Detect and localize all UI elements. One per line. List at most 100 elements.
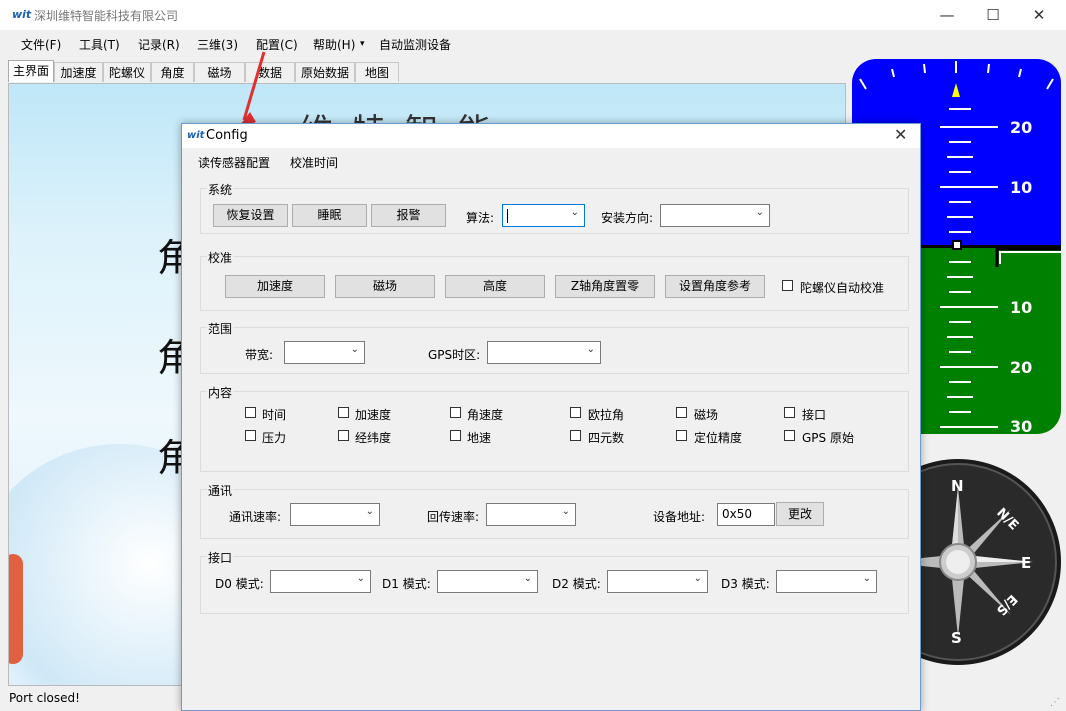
menu-tools[interactable]: 工具(T) bbox=[79, 36, 120, 53]
group-content-title: 内容 bbox=[207, 384, 234, 401]
content-time-checkbox[interactable] bbox=[245, 407, 256, 418]
z-axis-zero-button[interactable]: Z轴角度置零 bbox=[555, 275, 655, 298]
pitch-tick bbox=[949, 261, 971, 263]
resize-grip-icon[interactable]: ⋰ bbox=[1050, 697, 1060, 708]
content-ground-speed-checkbox[interactable] bbox=[450, 430, 461, 441]
tab-main[interactable]: 主界面 bbox=[8, 60, 54, 82]
d2-mode-label: D2 模式: bbox=[552, 577, 601, 591]
pitch-label-10-down: 10 bbox=[1010, 298, 1033, 317]
return-rate-select[interactable]: ⌄ bbox=[486, 503, 576, 526]
bandwidth-select[interactable]: ⌄ bbox=[284, 341, 365, 364]
compass-e-label: E bbox=[1021, 554, 1032, 572]
chevron-down-icon: ⌄ bbox=[523, 573, 532, 584]
sleep-button[interactable]: 睡眠 bbox=[292, 204, 367, 227]
algorithm-select[interactable]: ⌄ bbox=[502, 204, 585, 227]
text-caret bbox=[507, 209, 508, 223]
tab-map[interactable]: 地图 bbox=[355, 62, 399, 82]
pitch-label-20-up: 20 bbox=[1010, 118, 1033, 137]
close-button[interactable]: ✕ bbox=[1016, 0, 1062, 30]
content-pressure-checkbox[interactable] bbox=[245, 430, 256, 441]
content-pressure-label: 压力 bbox=[262, 431, 287, 445]
menu-record[interactable]: 记录(R) bbox=[138, 36, 180, 53]
pitch-tick bbox=[949, 291, 971, 293]
config-dialog: wit Config ✕ 读传感器配置 校准时间 系统 恢复设置 睡眠 报警 算… bbox=[181, 123, 921, 711]
content-time-label: 时间 bbox=[262, 408, 287, 422]
d3-mode-select[interactable]: ⌄ bbox=[776, 570, 877, 593]
content-port-checkbox[interactable] bbox=[784, 407, 795, 418]
pitch-line-20 bbox=[940, 126, 998, 128]
pitch-tick bbox=[949, 321, 971, 323]
change-address-button[interactable]: 更改 bbox=[776, 502, 824, 526]
content-gps-raw-checkbox[interactable] bbox=[784, 430, 795, 441]
config-title: Config bbox=[206, 128, 248, 143]
pitch-tick bbox=[949, 231, 971, 233]
menu-help[interactable]: 帮助(H) bbox=[313, 36, 355, 53]
content-angular-velocity-checkbox[interactable] bbox=[450, 407, 461, 418]
pitch-tick bbox=[949, 381, 971, 383]
content-magnetic-checkbox[interactable] bbox=[676, 407, 687, 418]
gps-timezone-select[interactable]: ⌄ bbox=[487, 341, 601, 364]
pitch-line-20-down bbox=[940, 366, 998, 368]
chevron-down-icon: ⌄ bbox=[693, 573, 702, 584]
menu-read-sensor-config[interactable]: 读传感器配置 bbox=[198, 154, 270, 171]
gps-timezone-label: GPS时区: bbox=[428, 348, 481, 362]
chevron-down-icon: ⌄ bbox=[586, 344, 595, 355]
content-position-accuracy-checkbox[interactable] bbox=[676, 430, 687, 441]
content-port-label: 接口 bbox=[802, 408, 827, 422]
chevron-down-icon: ⌄ bbox=[755, 207, 764, 218]
content-ground-speed-label: 地速 bbox=[467, 431, 492, 445]
tab-angle[interactable]: 角度 bbox=[151, 62, 194, 82]
restore-settings-button[interactable]: 恢复设置 bbox=[213, 204, 288, 227]
content-angular-velocity-label: 角速度 bbox=[467, 408, 504, 422]
baud-rate-label: 通讯速率: bbox=[229, 510, 282, 524]
content-accel-label: 加速度 bbox=[355, 408, 392, 422]
maximize-button[interactable]: ☐ bbox=[970, 0, 1016, 30]
roll-pointer-icon bbox=[952, 83, 960, 97]
chevron-down-icon: ⌄ bbox=[561, 506, 570, 517]
alarm-button[interactable]: 报警 bbox=[371, 204, 446, 227]
pitch-line-10-down bbox=[940, 306, 998, 308]
menu-file[interactable]: 文件(F) bbox=[21, 36, 61, 53]
d2-mode-select[interactable]: ⌄ bbox=[607, 570, 708, 593]
pitch-label-20-down: 20 bbox=[1010, 358, 1033, 377]
baud-rate-select[interactable]: ⌄ bbox=[290, 503, 380, 526]
pitch-tick bbox=[947, 276, 973, 278]
menu-calibrate-time[interactable]: 校准时间 bbox=[290, 154, 338, 171]
banner-accent bbox=[9, 554, 23, 664]
pitch-line-10 bbox=[940, 186, 998, 188]
title-bar[interactable]: wit 深圳维特智能科技有限公司 — ☐ ✕ bbox=[0, 0, 1066, 30]
config-title-bar[interactable]: wit Config ✕ bbox=[182, 124, 920, 148]
install-direction-select[interactable]: ⌄ bbox=[660, 204, 770, 227]
tab-gyroscope[interactable]: 陀螺仪 bbox=[103, 62, 151, 82]
compass-s-label: S bbox=[951, 629, 962, 647]
content-quaternion-checkbox[interactable] bbox=[570, 430, 581, 441]
menu-auto-detect[interactable]: 自动监测设备 bbox=[379, 36, 451, 53]
pitch-tick bbox=[947, 216, 973, 218]
content-euler-checkbox[interactable] bbox=[570, 407, 581, 418]
pitch-label-30-down: 30 bbox=[1010, 417, 1033, 434]
d0-mode-select[interactable]: ⌄ bbox=[270, 570, 371, 593]
tab-raw-data[interactable]: 原始数据 bbox=[295, 62, 355, 82]
group-range-title: 范围 bbox=[207, 320, 234, 337]
calibrate-height-button[interactable]: 高度 bbox=[445, 275, 545, 298]
calibrate-magnetic-button[interactable]: 磁场 bbox=[335, 275, 435, 298]
roll-scale bbox=[859, 61, 1054, 97]
install-direction-label: 安装方向: bbox=[601, 211, 654, 225]
device-address-input[interactable]: 0x50 bbox=[717, 503, 775, 526]
tab-acceleration[interactable]: 加速度 bbox=[54, 62, 103, 82]
set-angle-reference-button[interactable]: 设置角度参考 bbox=[665, 275, 765, 298]
pitch-tick bbox=[949, 108, 971, 110]
content-latlon-checkbox[interactable] bbox=[338, 430, 349, 441]
pitch-tick bbox=[949, 141, 971, 143]
minimize-button[interactable]: — bbox=[924, 0, 970, 30]
group-system-title: 系统 bbox=[207, 181, 234, 198]
menu-overflow-chevron-icon[interactable]: ▾ bbox=[360, 39, 365, 49]
gyro-auto-calibrate-checkbox[interactable] bbox=[782, 280, 793, 291]
chevron-down-icon: ⌄ bbox=[570, 207, 579, 218]
menu-3d[interactable]: 三维(3) bbox=[197, 36, 238, 53]
config-close-button[interactable]: ✕ bbox=[894, 125, 907, 144]
status-text: Port closed! bbox=[9, 691, 80, 705]
calibrate-accel-button[interactable]: 加速度 bbox=[225, 275, 325, 298]
content-accel-checkbox[interactable] bbox=[338, 407, 349, 418]
d1-mode-select[interactable]: ⌄ bbox=[437, 570, 538, 593]
